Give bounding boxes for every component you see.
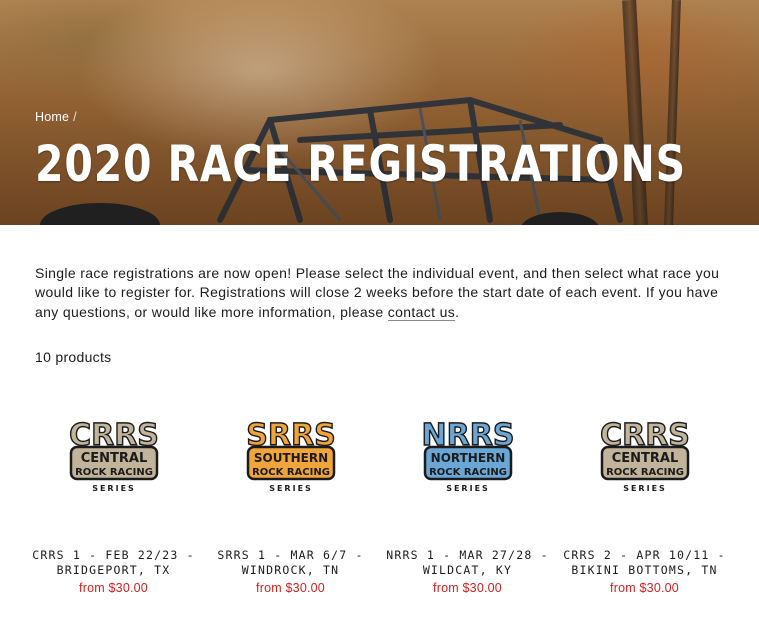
product-grid: CRRS CENTRAL ROCK RACING SERIES CRRS 1 -… — [25, 415, 735, 595]
product-card[interactable]: SRRS SOUTHERN ROCK RACING SERIES SRRS 1 … — [202, 415, 379, 595]
logo-line1-text: NORTHERN — [430, 451, 505, 465]
logo-line2-text: ROCK RACING — [429, 467, 507, 478]
product-title[interactable]: CRRS 2 - APR 10/11 - BIKINI BOTTOMS, TN — [556, 548, 733, 577]
product-price: from $30.00 — [610, 581, 679, 595]
srrs-logo-icon[interactable]: SRRS SOUTHERN ROCK RACING SERIES — [241, 415, 341, 495]
logo-line2-text: ROCK RACING — [75, 467, 153, 478]
breadcrumb-home-link[interactable]: Home — [35, 110, 69, 124]
product-title[interactable]: CRRS 1 - FEB 22/23 - BRIDGEPORT, TX — [25, 548, 202, 577]
page-title: 2020 RACE REGISTRATIONS — [35, 135, 686, 193]
breadcrumb: Home / — [35, 110, 77, 124]
crrs-logo-icon[interactable]: CRRS CENTRAL ROCK RACING SERIES — [595, 415, 695, 495]
crrs-logo-icon[interactable]: CRRS CENTRAL ROCK RACING SERIES — [64, 415, 164, 495]
intro-paragraph: Single race registrations are now open! … — [35, 264, 725, 322]
logo-line1-text: SOUTHERN — [253, 451, 327, 465]
logo-line2-text: ROCK RACING — [252, 467, 330, 478]
product-count: 10 products — [35, 349, 112, 365]
intro-text: Single race registrations are now open! … — [35, 265, 720, 320]
contact-us-link[interactable]: contact us — [387, 303, 456, 321]
breadcrumb-separator: / — [73, 110, 77, 124]
logo-line3-text: SERIES — [623, 484, 667, 493]
logo-line3-text: SERIES — [269, 484, 313, 493]
product-price: from $30.00 — [433, 581, 502, 595]
logo-line1-text: CENTRAL — [80, 451, 147, 466]
logo-line3-text: SERIES — [92, 484, 136, 493]
product-title[interactable]: SRRS 1 - MAR 6/7 - WINDROCK, TN — [202, 548, 379, 577]
nrrs-logo-icon[interactable]: NRRS NORTHERN ROCK RACING SERIES — [418, 415, 518, 495]
logo-line3-text: SERIES — [446, 484, 490, 493]
product-card[interactable]: NRRS NORTHERN ROCK RACING SERIES NRRS 1 … — [379, 415, 556, 595]
product-price: from $30.00 — [79, 581, 148, 595]
logo-line1-text: CENTRAL — [611, 451, 678, 466]
product-card[interactable]: CRRS CENTRAL ROCK RACING SERIES CRRS 2 -… — [556, 415, 733, 595]
product-card[interactable]: CRRS CENTRAL ROCK RACING SERIES CRRS 1 -… — [25, 415, 202, 595]
intro-end: . — [455, 303, 460, 320]
product-price: from $30.00 — [256, 581, 325, 595]
product-title[interactable]: NRRS 1 - MAR 27/28 - WILDCAT, KY — [379, 548, 556, 577]
logo-line2-text: ROCK RACING — [606, 467, 684, 478]
